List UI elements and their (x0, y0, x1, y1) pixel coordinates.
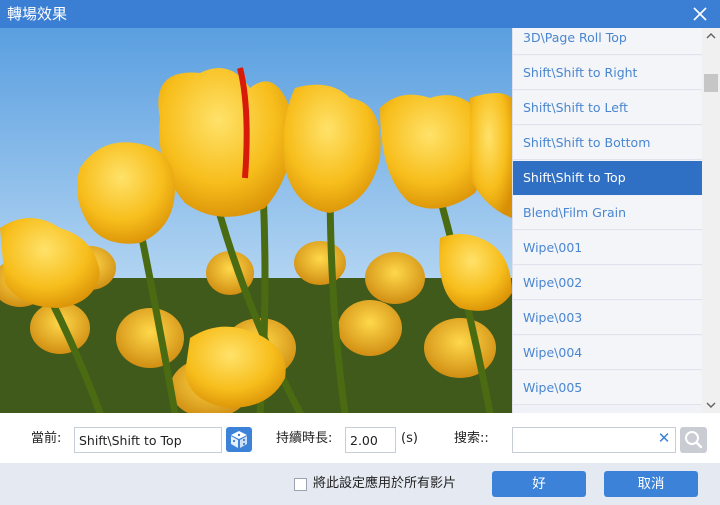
effect-list-item[interactable]: Shift\Shift to Top (513, 161, 702, 195)
effect-list-item[interactable]: Blend\Film Grain (513, 196, 702, 230)
list-scrollbar[interactable] (702, 28, 720, 413)
current-label: 當前: (31, 431, 62, 446)
title-bar: 轉場效果 (0, 0, 720, 28)
duration-label: 持續時長: (276, 431, 333, 446)
effect-list-item[interactable]: Shift\Shift to Left (513, 91, 702, 125)
preview-image (0, 28, 512, 413)
effect-list-item[interactable]: Shift\Shift to Right (513, 56, 702, 90)
clear-icon[interactable]: ✕ (656, 429, 672, 447)
effect-list-item[interactable]: Wipe\002 (513, 266, 702, 300)
search-label: 搜索:: (454, 431, 489, 446)
effect-list-item[interactable]: Wipe\003 (513, 301, 702, 335)
footer-bar: 將此設定應用於所有影片 好 取消 (0, 463, 720, 505)
apply-all-label: 將此設定應用於所有影片 (313, 476, 457, 491)
search-icon (685, 431, 703, 449)
effect-list-item[interactable]: Wipe\005 (513, 371, 702, 405)
search-input[interactable] (512, 427, 676, 453)
search-button[interactable] (680, 427, 707, 453)
scroll-up-icon[interactable] (702, 28, 720, 44)
scroll-down-icon[interactable] (702, 397, 720, 413)
apply-all-checkbox[interactable] (294, 478, 307, 491)
close-icon[interactable] (690, 4, 710, 24)
current-effect-field[interactable] (74, 427, 222, 453)
controls-bar: 當前: 持續時長: (s) 搜索:: ✕ (0, 413, 720, 463)
effect-list-item[interactable]: Wipe\004 (513, 336, 702, 370)
effects-list[interactable]: 3D\Page Roll Top Shift\Shift to Right Shif… (512, 28, 702, 413)
effect-list-item[interactable]: Wipe\001 (513, 231, 702, 265)
dice-icon (231, 431, 247, 448)
duration-input[interactable] (345, 427, 396, 453)
effect-list-item[interactable]: Shift\Shift to Bottom (513, 126, 702, 160)
ok-button[interactable]: 好 (492, 471, 586, 497)
duration-unit: (s) (401, 431, 418, 446)
cancel-button[interactable]: 取消 (604, 471, 698, 497)
random-effect-button[interactable] (226, 427, 252, 452)
effect-list-item[interactable]: 3D\Page Roll Top (513, 28, 702, 55)
window-title: 轉場效果 (7, 5, 68, 23)
scrollbar-thumb[interactable] (704, 74, 718, 92)
